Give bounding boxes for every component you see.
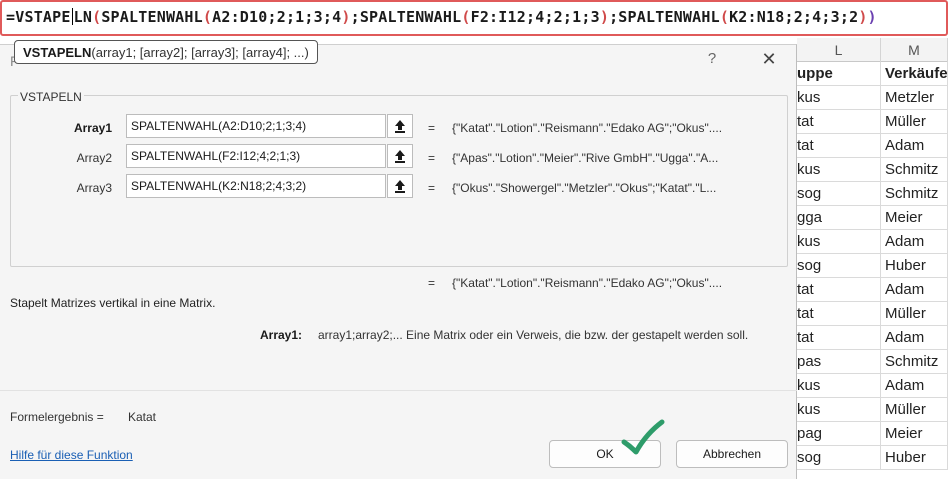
cell-M[interactable]: Schmitz	[881, 182, 948, 206]
cell-L[interactable]: tat	[797, 302, 881, 326]
upload-arrow-icon	[395, 120, 405, 133]
cell-L[interactable]: tat	[797, 278, 881, 302]
cell-L[interactable]: kus	[797, 86, 881, 110]
collapse-button-array3[interactable]	[387, 174, 413, 198]
table-row: kus Müller	[797, 398, 948, 422]
close-icon[interactable]: ✕	[758, 48, 780, 70]
cell-L[interactable]: tat	[797, 326, 881, 350]
cell-L[interactable]: sog	[797, 446, 881, 470]
checkmark-icon	[621, 419, 665, 455]
arg-help-label: Array1:	[260, 328, 303, 342]
cell-M[interactable]: Meier	[881, 206, 948, 230]
cell-M[interactable]: Metzler	[881, 86, 948, 110]
cell-L[interactable]: kus	[797, 374, 881, 398]
cell-M[interactable]: Adam	[881, 134, 948, 158]
cell-M[interactable]: Adam	[881, 230, 948, 254]
equals-sign: =	[428, 151, 436, 165]
table-header-row: uppe Verkäufe	[797, 62, 948, 86]
cancel-button[interactable]: Abbrechen	[676, 440, 788, 468]
cell-L[interactable]: tat	[797, 110, 881, 134]
arg-value-array1: {"Katat"."Lotion"."Reismann"."Edako AG";…	[452, 121, 723, 135]
function-description: Stapelt Matrizes vertikal in eine Matrix…	[10, 296, 216, 310]
formula-result-value: Katat	[128, 410, 157, 424]
table-row: tat Adam	[797, 278, 948, 302]
table-row: tat Müller	[797, 110, 948, 134]
arg-help-text: array1;array2;... Eine Matrix oder ein V…	[318, 328, 749, 342]
column-header-row: L M	[797, 38, 948, 62]
column-header-M[interactable]: M	[881, 38, 948, 62]
table-row: tat Müller	[797, 302, 948, 326]
cell-L[interactable]: kus	[797, 398, 881, 422]
formula-bar[interactable]: =VSTAPE LN(SPALTENWAHL(A2:D10;2;1;3;4);SP…	[0, 0, 948, 36]
arg-input-array2[interactable]: SPALTENWAHL(F2:I12;4;2;1;3)	[126, 144, 386, 168]
cell-M[interactable]: Adam	[881, 374, 948, 398]
table-row: gga Meier	[797, 206, 948, 230]
cell-header-M[interactable]: Verkäufe	[881, 62, 948, 86]
cell-L[interactable]: tat	[797, 134, 881, 158]
table-row: pas Schmitz	[797, 350, 948, 374]
column-header-L[interactable]: L	[797, 38, 881, 62]
cell-L[interactable]: sog	[797, 254, 881, 278]
spreadsheet-grid[interactable]: L M uppe Verkäufe kus Metzler tat Müller tat…	[797, 38, 948, 479]
arg-input-array3[interactable]: SPALTENWAHL(K2:N18;2;4;3;2)	[126, 174, 386, 198]
table-row: pag Meier	[797, 422, 948, 446]
cell-L[interactable]: pag	[797, 422, 881, 446]
cell-M[interactable]: Huber	[881, 446, 948, 470]
table-row: kus Schmitz	[797, 158, 948, 182]
upload-arrow-icon	[395, 150, 405, 163]
cell-M[interactable]: Adam	[881, 326, 948, 350]
help-link[interactable]: Hilfe für diese Funktion	[10, 448, 133, 462]
cell-M[interactable]: Schmitz	[881, 158, 948, 182]
cell-header-L[interactable]: uppe	[797, 62, 881, 86]
cell-M[interactable]: Schmitz	[881, 350, 948, 374]
function-signature-tooltip[interactable]: VSTAPELN(array1; [array2]; [array3]; [ar…	[14, 40, 318, 64]
arg-value-array3: {"Okus"."Showergel"."Metzler"."Okus";"Ka…	[452, 181, 717, 195]
text-caret	[71, 8, 73, 25]
result-preview: {"Katat"."Lotion"."Reismann"."Edako AG";…	[452, 276, 723, 290]
collapse-button-array2[interactable]	[387, 144, 413, 168]
collapse-button-array1[interactable]	[387, 114, 413, 138]
cell-M[interactable]: Müller	[881, 110, 948, 134]
table-row: kus Adam	[797, 374, 948, 398]
arg-label-array3: Array3	[76, 181, 112, 195]
equals-sign: =	[428, 181, 436, 195]
arg-label-array2: Array2	[76, 151, 112, 165]
table-row: sog Schmitz	[797, 182, 948, 206]
formula-text[interactable]: =VSTAPE LN(SPALTENWAHL(A2:D10;2;1;3;4);SP…	[6, 8, 877, 26]
table-row: tat Adam	[797, 326, 948, 350]
formula-result-label: Formelergebnis =	[10, 410, 104, 424]
cell-L[interactable]: gga	[797, 206, 881, 230]
arg-label-array1: Array1	[73, 121, 112, 135]
function-arguments-dialog: F ? ✕ VSTAPELN Array1 SPALTENWAHL(A2:D10…	[0, 44, 797, 479]
tooltip-function-name[interactable]: VSTAPELN	[23, 45, 91, 60]
cell-L[interactable]: kus	[797, 158, 881, 182]
tooltip-signature: (array1; [array2]; [array3]; [array4]; .…	[91, 45, 309, 60]
cell-M[interactable]: Adam	[881, 278, 948, 302]
equals-sign: =	[428, 276, 436, 290]
table-row: sog Huber	[797, 254, 948, 278]
cell-L[interactable]: kus	[797, 230, 881, 254]
table-row: kus Metzler	[797, 86, 948, 110]
arg-value-array2: {"Apas"."Lotion"."Meier"."Rive GmbH"."Ug…	[452, 151, 719, 165]
group-label: VSTAPELN	[18, 90, 84, 104]
equals-sign: =	[428, 121, 436, 135]
table-row: kus Adam	[797, 230, 948, 254]
cell-M[interactable]: Huber	[881, 254, 948, 278]
arg-input-array1[interactable]: SPALTENWAHL(A2:D10;2;1;3;4)	[126, 114, 386, 138]
help-icon[interactable]: ?	[704, 50, 720, 70]
cell-M[interactable]: Müller	[881, 302, 948, 326]
cell-M[interactable]: Meier	[881, 422, 948, 446]
cell-L[interactable]: sog	[797, 182, 881, 206]
upload-arrow-icon	[395, 180, 405, 193]
cell-L[interactable]: pas	[797, 350, 881, 374]
divider	[0, 390, 797, 391]
table-row: sog Huber	[797, 446, 948, 470]
cell-M[interactable]: Müller	[881, 398, 948, 422]
table-row: tat Adam	[797, 134, 948, 158]
